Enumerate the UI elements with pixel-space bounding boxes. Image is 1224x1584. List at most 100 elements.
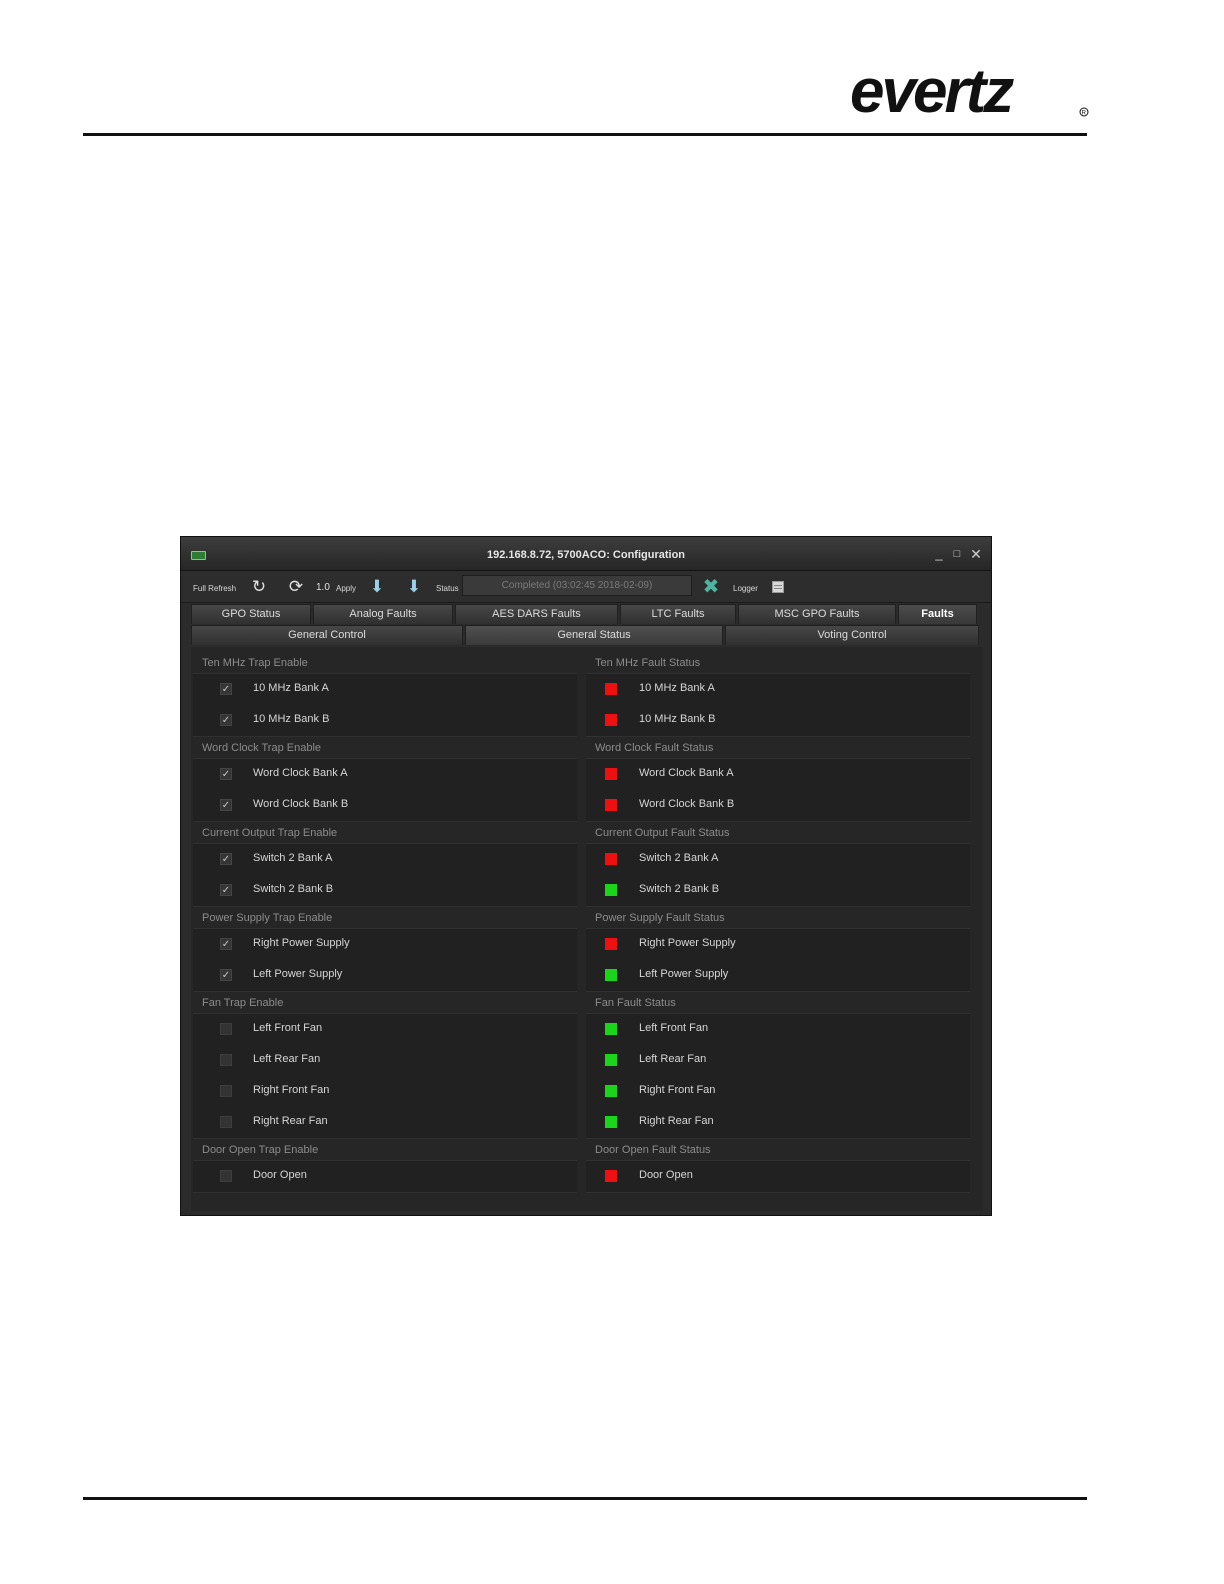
list-item: Word Clock Bank A xyxy=(586,759,970,790)
checkbox-left-front-fan[interactable] xyxy=(220,1023,232,1035)
group-title-current-output-trap-enable: Current Output Trap Enable xyxy=(202,827,338,839)
tab-ltc-faults[interactable]: LTC Faults xyxy=(620,604,736,624)
tab-general-status[interactable]: General Status xyxy=(465,625,723,645)
configuration-window: 192.168.8.72, 5700ACO: Configuration _ □… xyxy=(180,536,992,1216)
item-label: Right Rear Fan xyxy=(639,1115,714,1127)
item-label: Right Front Fan xyxy=(253,1084,330,1096)
item-label: Switch 2 Bank B xyxy=(253,883,334,895)
list-item: ✓ Switch 2 Bank A xyxy=(193,844,577,875)
list-item: ✓ Switch 2 Bank B xyxy=(193,875,577,906)
status-led-left-front-fan xyxy=(605,1023,617,1035)
item-label: 10 MHz Bank A xyxy=(639,682,715,694)
checkbox-left-rear-fan[interactable] xyxy=(220,1054,232,1066)
evertz-logo: evertz R xyxy=(850,62,1089,122)
list-item: Left Rear Fan xyxy=(193,1045,577,1076)
minimize-icon[interactable]: _ xyxy=(932,547,946,561)
checkbox-word-clock-bank-a[interactable]: ✓ xyxy=(220,768,232,780)
group-title-fan-trap-enable: Fan Trap Enable xyxy=(202,997,284,1009)
tab-voting-control[interactable]: Voting Control xyxy=(725,625,979,645)
group-title-ten-mhz-fault-status: Ten MHz Fault Status xyxy=(595,657,701,669)
tab-analog-faults[interactable]: Analog Faults xyxy=(313,604,453,624)
list-item: 10 MHz Bank A xyxy=(586,674,970,705)
fault-status-column: Ten MHz Fault Status 10 MHz Bank A 10 MHz … xyxy=(584,655,972,1196)
svg-text:evertz: evertz xyxy=(850,62,1014,122)
checkbox-right-front-fan[interactable] xyxy=(220,1085,232,1097)
item-label: Word Clock Bank B xyxy=(253,798,349,810)
version-label: 1.0 xyxy=(316,582,330,593)
apply-button[interactable]: Apply xyxy=(336,584,356,593)
tab-msc-gpo-faults[interactable]: MSC GPO Faults xyxy=(738,604,896,624)
group-title-ten-mhz-trap-enable: Ten MHz Trap Enable xyxy=(202,657,308,669)
list-item: Door Open xyxy=(193,1161,577,1192)
list-item: ✓ Word Clock Bank B xyxy=(193,790,577,821)
status-led-left-rear-fan xyxy=(605,1054,617,1066)
checkbox-door-open[interactable] xyxy=(220,1170,232,1182)
item-label: 10 MHz Bank B xyxy=(639,713,716,725)
status-field: Completed (03:02:45 2018-02-09) xyxy=(462,575,692,596)
full-refresh-icon[interactable]: ↻ xyxy=(249,577,269,597)
tab-aes-dars-faults[interactable]: AES DARS Faults xyxy=(455,604,618,624)
checkbox-right-power-supply[interactable]: ✓ xyxy=(220,938,232,950)
item-label: Switch 2 Bank A xyxy=(253,852,333,864)
list-item: ✓ Word Clock Bank A xyxy=(193,759,577,790)
list-item: Switch 2 Bank B xyxy=(586,875,970,906)
group-power-supply-trap-enable: ✓ Right Power Supply ✓ Left Power Supply xyxy=(193,928,577,992)
tab-faults[interactable]: Faults xyxy=(898,604,977,624)
checkbox-right-rear-fan[interactable] xyxy=(220,1116,232,1128)
item-label: 10 MHz Bank A xyxy=(253,682,329,694)
status-led-right-power-supply xyxy=(605,938,617,950)
cancel-x-icon[interactable]: ✖ xyxy=(701,576,721,598)
tab-general-control[interactable]: General Control xyxy=(191,625,463,645)
logger-label: Logger xyxy=(733,584,758,593)
download-all-icon[interactable]: ⬇ xyxy=(404,577,424,597)
footer-rule xyxy=(83,1497,1087,1500)
logger-icon[interactable] xyxy=(772,581,784,593)
group-title-door-open-trap-enable: Door Open Trap Enable xyxy=(202,1144,319,1156)
list-item: Left Rear Fan xyxy=(586,1045,970,1076)
group-title-door-open-fault-status: Door Open Fault Status xyxy=(595,1144,711,1156)
item-label: Door Open xyxy=(253,1169,307,1181)
group-title-fan-fault-status: Fan Fault Status xyxy=(595,997,676,1009)
list-item: ✓ 10 MHz Bank B xyxy=(193,705,577,736)
status-led-word-clock-bank-a xyxy=(605,768,617,780)
item-label: Right Front Fan xyxy=(639,1084,716,1096)
checkbox-left-power-supply[interactable]: ✓ xyxy=(220,969,232,981)
list-item: Left Front Fan xyxy=(193,1014,577,1045)
list-item: ✓ Left Power Supply xyxy=(193,960,577,991)
status-led-10-mhz-bank-b xyxy=(605,714,617,726)
group-door-open-fault-status: Door Open xyxy=(586,1160,970,1193)
download-arrow-icon[interactable]: ⬇ xyxy=(367,577,387,597)
list-item: Right Front Fan xyxy=(586,1076,970,1107)
list-item: Right Front Fan xyxy=(193,1076,577,1107)
status-led-right-rear-fan xyxy=(605,1116,617,1128)
status-led-word-clock-bank-b xyxy=(605,799,617,811)
group-title-power-supply-fault-status: Power Supply Fault Status xyxy=(595,912,725,924)
item-label: Left Power Supply xyxy=(253,968,343,980)
group-current-output-fault-status: Switch 2 Bank A Switch 2 Bank B xyxy=(586,843,970,907)
list-item: ✓ Right Power Supply xyxy=(193,929,577,960)
status-led-10-mhz-bank-a xyxy=(605,683,617,695)
faults-panel: Ten MHz Trap Enable ✓ 10 MHz Bank A ✓ 10 MHz… xyxy=(191,647,983,1211)
checkbox-word-clock-bank-b[interactable]: ✓ xyxy=(220,799,232,811)
list-item: Switch 2 Bank A xyxy=(586,844,970,875)
item-label: Right Rear Fan xyxy=(253,1115,328,1127)
group-current-output-trap-enable: ✓ Switch 2 Bank A ✓ Switch 2 Bank B xyxy=(193,843,577,907)
group-title-word-clock-fault-status: Word Clock Fault Status xyxy=(595,742,714,754)
list-item: Door Open xyxy=(586,1161,970,1192)
full-refresh-label: Full Refresh xyxy=(193,584,237,593)
item-label: Switch 2 Bank B xyxy=(639,883,720,895)
checkbox-switch-2-bank-b[interactable]: ✓ xyxy=(220,884,232,896)
list-item: Right Rear Fan xyxy=(586,1107,970,1138)
status-led-right-front-fan xyxy=(605,1085,617,1097)
maximize-icon[interactable]: □ xyxy=(950,547,964,561)
title-bar[interactable]: 192.168.8.72, 5700ACO: Configuration _ □… xyxy=(181,537,991,571)
checkbox-10-mhz-bank-b[interactable]: ✓ xyxy=(220,714,232,726)
group-word-clock-fault-status: Word Clock Bank A Word Clock Bank B xyxy=(586,758,970,822)
refresh-icon[interactable]: ⟳ xyxy=(286,577,306,597)
list-item: Word Clock Bank B xyxy=(586,790,970,821)
tab-gpo-status[interactable]: GPO Status xyxy=(191,604,311,624)
checkbox-switch-2-bank-a[interactable]: ✓ xyxy=(220,853,232,865)
checkbox-10-mhz-bank-a[interactable]: ✓ xyxy=(220,683,232,695)
list-item: ✓ 10 MHz Bank A xyxy=(193,674,577,705)
close-icon[interactable]: ✕ xyxy=(969,547,983,561)
